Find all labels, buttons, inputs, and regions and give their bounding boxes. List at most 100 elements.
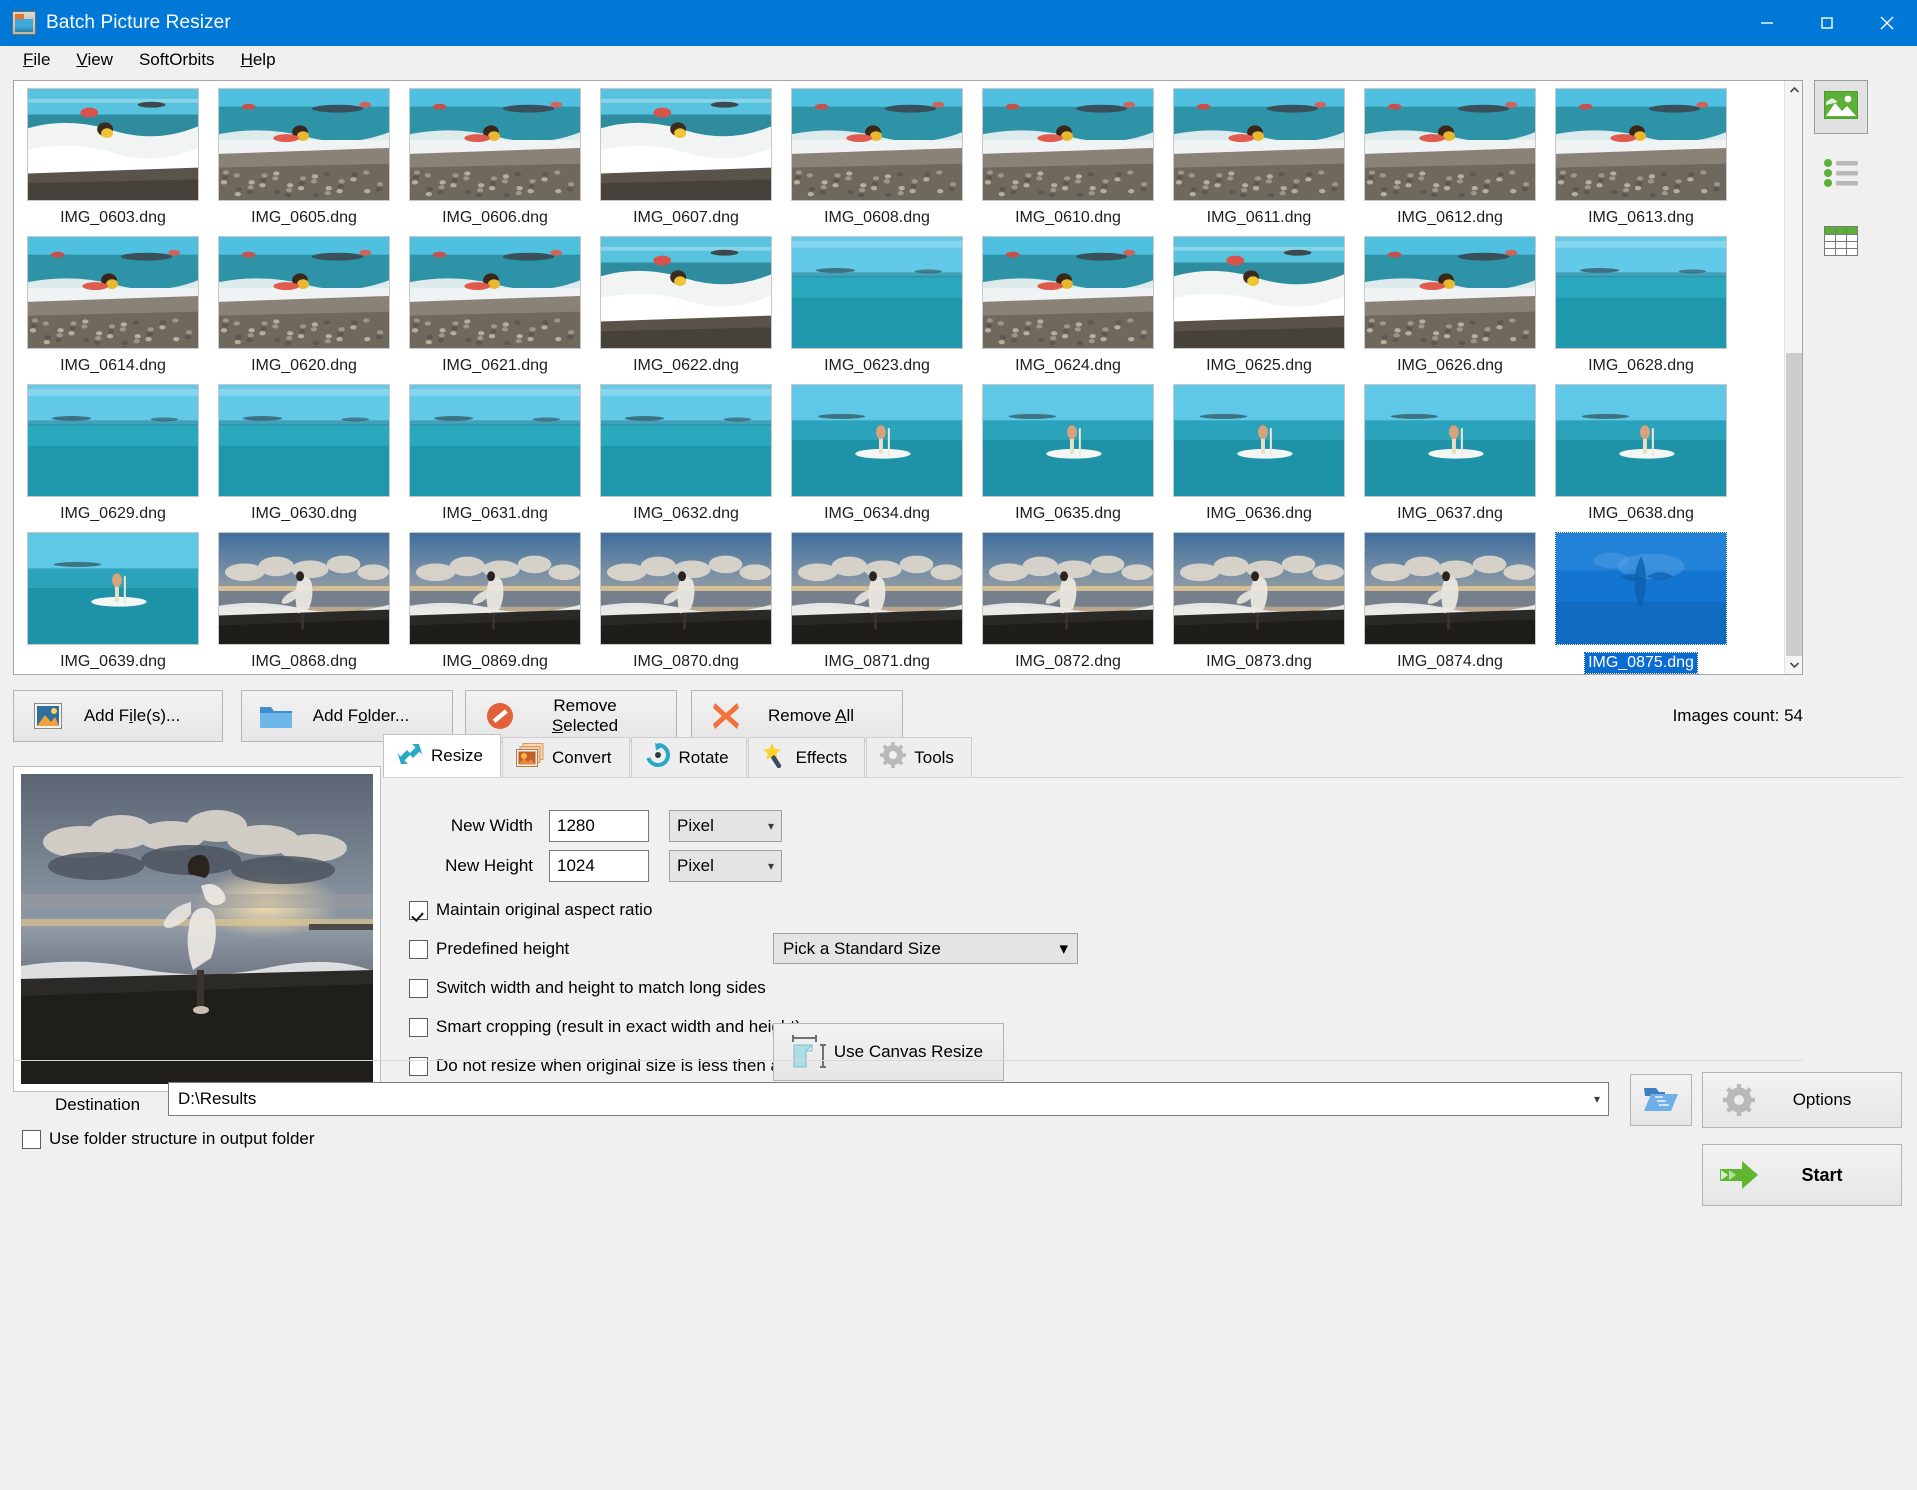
thumbnail-item[interactable]: IMG_0874.dng — [1358, 532, 1542, 674]
thumbnail-image[interactable] — [791, 384, 963, 497]
thumbnail-item[interactable]: IMG_0613.dng — [1549, 88, 1733, 236]
thumbnail-image[interactable] — [1555, 236, 1727, 349]
thumbnail-image[interactable] — [1364, 532, 1536, 645]
thumbnail-item[interactable]: IMG_0632.dng — [594, 384, 778, 532]
thumbnail-item[interactable]: IMG_0868.dng — [212, 532, 396, 674]
thumbnail-image[interactable] — [1364, 384, 1536, 497]
list-view-button[interactable] — [1814, 148, 1868, 202]
thumbnail-item[interactable]: IMG_0629.dng — [21, 384, 205, 532]
minimize-icon[interactable] — [1737, 0, 1797, 46]
thumbnail-item[interactable]: IMG_0610.dng — [976, 88, 1160, 236]
thumbnail-image[interactable] — [409, 532, 581, 645]
tab-rotate[interactable]: Rotate — [630, 737, 747, 777]
chevron-up-icon[interactable] — [1785, 81, 1802, 99]
thumbnail-image[interactable] — [1173, 384, 1345, 497]
thumbnail-image[interactable] — [982, 384, 1154, 497]
thumbnail-image[interactable] — [791, 88, 963, 201]
add-files-button[interactable]: Add File(s)... — [13, 690, 223, 742]
thumbnail-item[interactable]: IMG_0630.dng — [212, 384, 396, 532]
width-unit-select[interactable]: Pixel ▾ — [669, 810, 782, 842]
tab-tools[interactable]: Tools — [866, 737, 972, 777]
thumbnail-image[interactable] — [27, 532, 199, 645]
thumbnail-item[interactable]: IMG_0638.dng — [1549, 384, 1733, 532]
thumbnail-image[interactable] — [1364, 88, 1536, 201]
thumbnail-item[interactable]: IMG_0620.dng — [212, 236, 396, 384]
thumbnail-item[interactable]: IMG_0873.dng — [1167, 532, 1351, 674]
destination-input[interactable]: D:\Results ▾ — [168, 1082, 1609, 1116]
scrollbar-thumb[interactable] — [1786, 353, 1802, 656]
thumbnail-image[interactable] — [1555, 88, 1727, 201]
thumbnail-item[interactable]: IMG_0875.dng — [1549, 532, 1733, 674]
thumbnail-item[interactable]: IMG_0870.dng — [594, 532, 778, 674]
thumbnail-image[interactable] — [1555, 532, 1727, 645]
new-height-input[interactable]: 1024 — [549, 850, 649, 882]
thumbnail-image[interactable] — [982, 532, 1154, 645]
thumbnail-image[interactable] — [409, 88, 581, 201]
thumbnail-image[interactable] — [600, 532, 772, 645]
checkbox-maintain-aspect-ratio[interactable]: Maintain original aspect ratio — [409, 900, 652, 920]
thumbnail-item[interactable]: IMG_0872.dng — [976, 532, 1160, 674]
thumbnail-item[interactable]: IMG_0635.dng — [976, 384, 1160, 532]
chevron-down-icon[interactable] — [1785, 656, 1802, 674]
thumbnail-image[interactable] — [27, 236, 199, 349]
tab-resize[interactable]: Resize — [383, 734, 501, 777]
thumbnail-image[interactable] — [1555, 384, 1727, 497]
standard-size-select[interactable]: Pick a Standard Size ▾ — [773, 933, 1078, 964]
thumbnail-image[interactable] — [791, 236, 963, 349]
thumbnail-item[interactable]: IMG_0631.dng — [403, 384, 587, 532]
thumbnail-item[interactable]: IMG_0611.dng — [1167, 88, 1351, 236]
thumbnail-item[interactable]: IMG_0626.dng — [1358, 236, 1542, 384]
new-width-input[interactable]: 1280 — [549, 810, 649, 842]
checkbox-predefined-height[interactable]: Predefined height — [409, 939, 569, 959]
menu-item-view[interactable]: View — [63, 47, 126, 73]
tab-convert[interactable]: Convert — [501, 737, 630, 777]
thumbnail-item[interactable]: IMG_0637.dng — [1358, 384, 1542, 532]
thumbnail-image[interactable] — [1173, 236, 1345, 349]
thumbnail-image[interactable] — [218, 88, 390, 201]
options-button[interactable]: Options — [1702, 1072, 1902, 1128]
thumbnails-view-button[interactable] — [1814, 80, 1868, 134]
thumbnail-image[interactable] — [982, 236, 1154, 349]
thumbnail-item[interactable]: IMG_0639.dng — [21, 532, 205, 674]
height-unit-select[interactable]: Pixel ▾ — [669, 850, 782, 882]
maximize-icon[interactable] — [1797, 0, 1857, 46]
thumbnail-image[interactable] — [409, 384, 581, 497]
thumbnail-item[interactable]: IMG_0606.dng — [403, 88, 587, 236]
thumbnail-image[interactable] — [600, 384, 772, 497]
close-icon[interactable] — [1857, 0, 1917, 46]
thumbnail-item[interactable]: IMG_0608.dng — [785, 88, 969, 236]
thumbnail-item[interactable]: IMG_0628.dng — [1549, 236, 1733, 384]
menu-item-softorbits[interactable]: SoftOrbits — [126, 47, 228, 73]
tab-effects[interactable]: Effects — [747, 737, 866, 777]
thumbnail-item[interactable]: IMG_0625.dng — [1167, 236, 1351, 384]
menu-item-file[interactable]: File — [10, 47, 63, 73]
thumbnail-image[interactable] — [27, 88, 199, 201]
thumbnail-list-panel[interactable]: IMG_0603.dng IMG_0605.dng IMG_0606.dng IMG_… — [13, 80, 1803, 675]
thumbnail-item[interactable]: IMG_0623.dng — [785, 236, 969, 384]
thumbnail-item[interactable]: IMG_0634.dng — [785, 384, 969, 532]
thumbnail-image[interactable] — [1173, 532, 1345, 645]
thumbnail-item[interactable]: IMG_0869.dng — [403, 532, 587, 674]
thumbnail-image[interactable] — [218, 384, 390, 497]
thumbnail-item[interactable]: IMG_0636.dng — [1167, 384, 1351, 532]
thumbnail-image[interactable] — [409, 236, 581, 349]
checkbox-switch-width-height[interactable]: Switch width and height to match long si… — [409, 978, 766, 998]
thumbnail-image[interactable] — [218, 532, 390, 645]
thumbnail-image[interactable] — [600, 236, 772, 349]
thumbnail-item[interactable]: IMG_0614.dng — [21, 236, 205, 384]
thumbnail-scrollbar[interactable] — [1784, 81, 1802, 674]
thumbnail-item[interactable]: IMG_0624.dng — [976, 236, 1160, 384]
start-button[interactable]: Start — [1702, 1144, 1902, 1206]
thumbnail-item[interactable]: IMG_0871.dng — [785, 532, 969, 674]
thumbnail-item[interactable]: IMG_0612.dng — [1358, 88, 1542, 236]
thumbnail-image[interactable] — [1364, 236, 1536, 349]
thumbnail-item[interactable]: IMG_0603.dng — [21, 88, 205, 236]
thumbnail-item[interactable]: IMG_0622.dng — [594, 236, 778, 384]
thumbnail-image[interactable] — [27, 384, 199, 497]
use-canvas-resize-button[interactable]: Use Canvas Resize — [773, 1023, 1004, 1081]
browse-folder-button[interactable] — [1630, 1074, 1692, 1126]
thumbnail-image[interactable] — [1173, 88, 1345, 201]
thumbnail-item[interactable]: IMG_0621.dng — [403, 236, 587, 384]
thumbnail-image[interactable] — [982, 88, 1154, 201]
thumbnail-image[interactable] — [791, 532, 963, 645]
